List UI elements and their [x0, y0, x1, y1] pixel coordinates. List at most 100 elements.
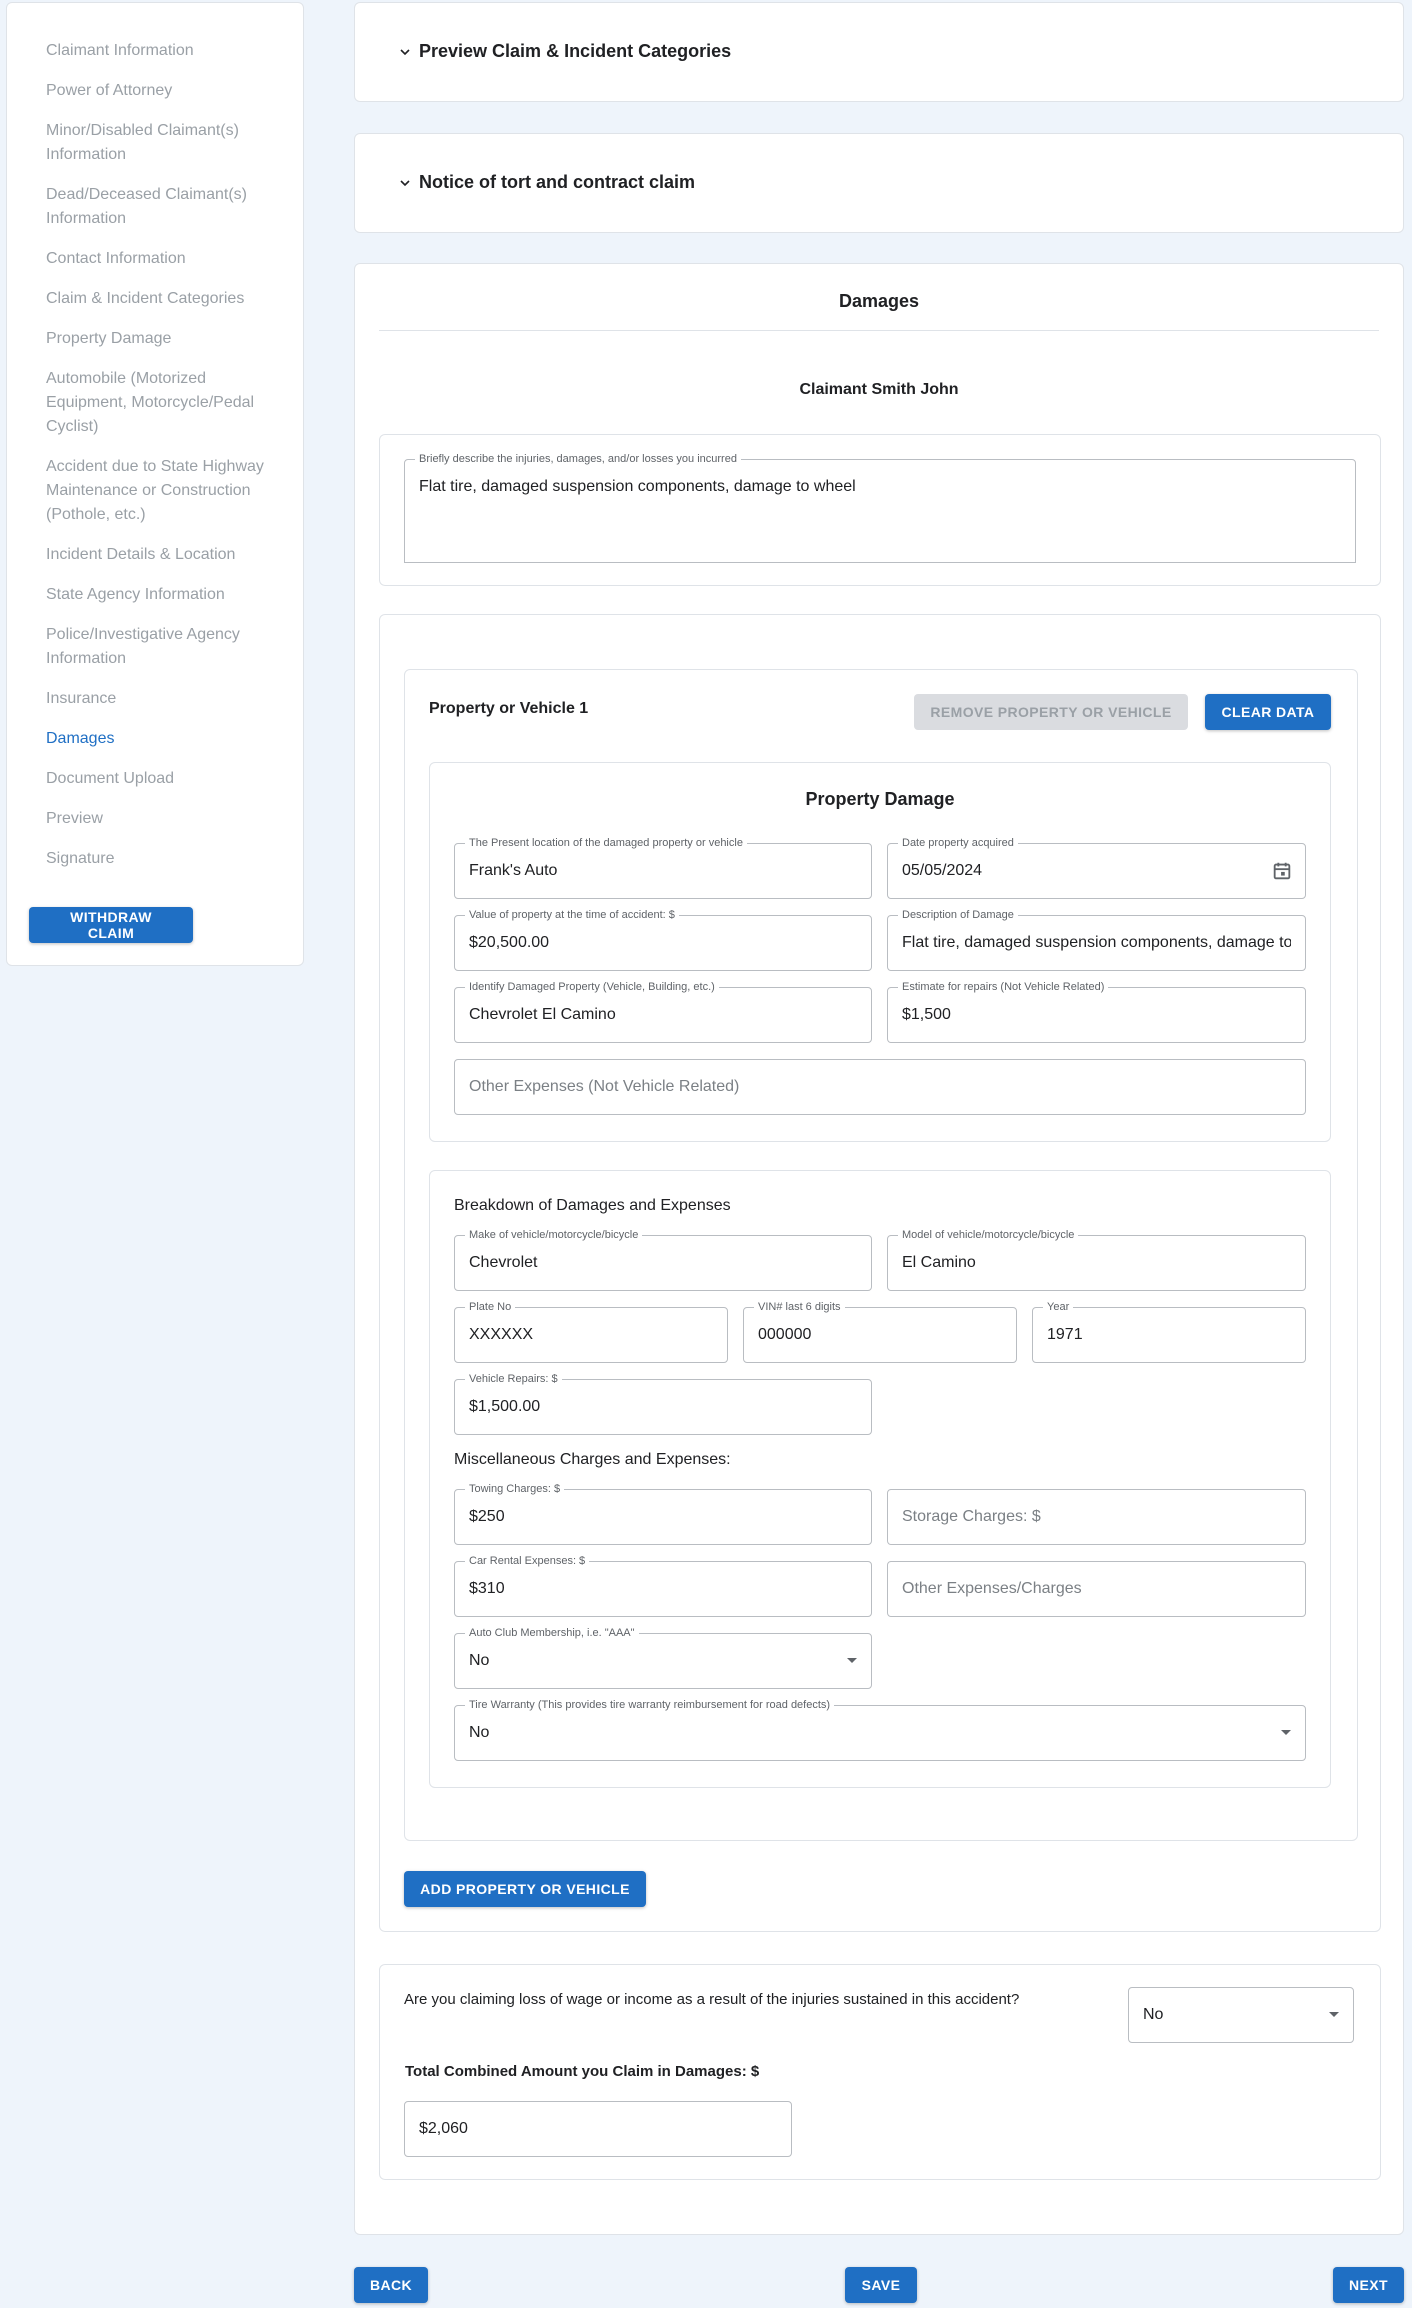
wage-loss-select[interactable]: No — [1128, 1987, 1354, 2043]
present-location-value: Frank's Auto — [469, 862, 558, 879]
towing-charges-value: $250 — [469, 1508, 505, 1525]
auto-club-select[interactable]: Auto Club Membership, i.e. "AAA" No — [454, 1627, 872, 1689]
identify-property-value: Chevrolet El Camino — [469, 1006, 616, 1023]
sidebar-item-claimant-information[interactable]: Claimant Information — [46, 39, 273, 63]
property-value-field[interactable]: Value of property at the time of acciden… — [454, 909, 872, 971]
sidebar-item-highway-accident[interactable]: Accident due to State Highway Maintenanc… — [46, 455, 273, 527]
car-rental-field[interactable]: Car Rental Expenses: $ $310 — [454, 1555, 872, 1617]
breakdown-title: Breakdown of Damages and Expenses — [454, 1197, 731, 1214]
sidebar-item-deceased[interactable]: Dead/Deceased Claimant(s) Information — [46, 183, 273, 231]
property-vehicle-card: Property or Vehicle 1 REMOVE PROPERTY OR… — [404, 669, 1358, 1841]
sidebar-item-property-damage[interactable]: Property Damage — [46, 327, 273, 351]
property-outer-card: Property or Vehicle 1 REMOVE PROPERTY OR… — [379, 614, 1381, 1932]
identify-property-field[interactable]: Identify Damaged Property (Vehicle, Buil… — [454, 981, 872, 1043]
sidebar-item-incident-details[interactable]: Incident Details & Location — [46, 543, 273, 567]
year-field[interactable]: Year 1971 — [1032, 1301, 1306, 1363]
damage-description-field[interactable]: Description of Damage Flat tire, damaged… — [887, 909, 1306, 971]
total-amount-field[interactable]: $2,060 — [404, 2101, 792, 2157]
save-button[interactable]: SAVE — [845, 2267, 917, 2303]
plate-no-field[interactable]: Plate No XXXXXX — [454, 1301, 728, 1363]
vehicle-model-label: Model of vehicle/motorcycle/bicycle — [898, 1229, 1079, 1242]
notice-accordion-header[interactable]: Notice of tort and contract claim — [399, 172, 695, 193]
sidebar-item-minor-disabled[interactable]: Minor/Disabled Claimant(s) Information — [46, 119, 273, 167]
year-label: Year — [1043, 1301, 1074, 1314]
total-amount-label: Total Combined Amount you Claim in Damag… — [405, 2063, 760, 2080]
wage-loss-value: No — [1143, 2006, 1164, 2023]
sidebar-item-insurance[interactable]: Insurance — [46, 687, 273, 711]
plate-no-value: XXXXXX — [469, 1326, 534, 1343]
damage-description-label: Description of Damage — [898, 909, 1018, 922]
sidebar-item-contact-information[interactable]: Contact Information — [46, 247, 273, 271]
sidebar-nav: Claimant Information Power of Attorney M… — [7, 3, 303, 871]
towing-charges-label: Towing Charges: $ — [465, 1483, 565, 1496]
storage-charges-field[interactable]: Storage Charges: $ — [887, 1489, 1306, 1545]
other-charges-field[interactable]: Other Expenses/Charges — [887, 1561, 1306, 1617]
towing-charges-field[interactable]: Towing Charges: $ $250 — [454, 1483, 872, 1545]
vehicle-model-value: El Camino — [902, 1254, 976, 1271]
car-rental-value: $310 — [469, 1580, 505, 1597]
damage-description-value: Flat tire, damaged suspension components… — [902, 934, 1291, 951]
back-button[interactable]: BACK — [354, 2267, 428, 2303]
misc-charges-title: Miscellaneous Charges and Expenses: — [454, 1451, 731, 1468]
vehicle-make-value: Chevrolet — [469, 1254, 538, 1271]
add-property-button[interactable]: ADD PROPERTY OR VEHICLE — [404, 1871, 646, 1907]
plate-no-label: Plate No — [465, 1301, 516, 1314]
tire-warranty-select[interactable]: Tire Warranty (This provides tire warran… — [454, 1699, 1306, 1761]
date-acquired-value: 05/05/2024 — [902, 862, 983, 879]
vehicle-repairs-value: $1,500.00 — [469, 1398, 541, 1415]
withdraw-claim-button[interactable]: WITHDRAW CLAIM — [29, 907, 193, 943]
dropdown-arrow-icon — [1281, 1730, 1291, 1735]
tire-warranty-value: No — [469, 1724, 490, 1741]
vehicle-repairs-field[interactable]: Vehicle Repairs: $ $1,500.00 — [454, 1373, 872, 1435]
repair-estimate-value: $1,500 — [902, 1006, 951, 1023]
preview-accordion[interactable]: Preview Claim & Incident Categories — [354, 2, 1404, 102]
sidebar-item-preview[interactable]: Preview — [46, 807, 273, 831]
auto-club-label: Auto Club Membership, i.e. "AAA" — [465, 1627, 639, 1640]
car-rental-label: Car Rental Expenses: $ — [465, 1555, 590, 1568]
dropdown-arrow-icon — [847, 1658, 857, 1663]
wage-card: Are you claiming loss of wage or income … — [379, 1964, 1381, 2180]
preview-accordion-title: Preview Claim & Incident Categories — [419, 41, 732, 61]
description-card: Briefly describe the injuries, damages, … — [379, 434, 1381, 586]
present-location-label: The Present location of the damaged prop… — [465, 837, 747, 850]
present-location-field[interactable]: The Present location of the damaged prop… — [454, 837, 872, 899]
notice-accordion[interactable]: Notice of tort and contract claim — [354, 133, 1404, 233]
total-amount-value: $2,060 — [419, 2120, 468, 2137]
notice-accordion-title: Notice of tort and contract claim — [419, 172, 696, 192]
preview-accordion-header[interactable]: Preview Claim & Incident Categories — [399, 41, 731, 62]
damages-panel: Damages Claimant Smith John Briefly desc… — [354, 263, 1404, 2235]
sidebar-item-state-agency[interactable]: State Agency Information — [46, 583, 273, 607]
vin-field[interactable]: VIN# last 6 digits 000000 — [743, 1301, 1017, 1363]
sidebar-item-document-upload[interactable]: Document Upload — [46, 767, 273, 791]
vehicle-make-field[interactable]: Make of vehicle/motorcycle/bicycle Chevr… — [454, 1229, 872, 1291]
clear-data-button[interactable]: CLEAR DATA — [1205, 694, 1331, 730]
calendar-icon[interactable] — [1271, 860, 1293, 882]
vehicle-model-field[interactable]: Model of vehicle/motorcycle/bicycle El C… — [887, 1229, 1306, 1291]
property-value-value: $20,500.00 — [469, 934, 550, 951]
tire-warranty-label: Tire Warranty (This provides tire warran… — [465, 1699, 835, 1712]
next-button[interactable]: NEXT — [1333, 2267, 1404, 2303]
remove-property-button[interactable]: REMOVE PROPERTY OR VEHICLE — [914, 694, 1188, 730]
vehicle-make-label: Make of vehicle/motorcycle/bicycle — [465, 1229, 643, 1242]
other-expenses-field[interactable]: Other Expenses (Not Vehicle Related) — [454, 1059, 1306, 1115]
repair-estimate-label: Estimate for repairs (Not Vehicle Relate… — [898, 981, 1109, 994]
sidebar-item-claim-categories[interactable]: Claim & Incident Categories — [46, 287, 273, 311]
property-vehicle-title: Property or Vehicle 1 — [429, 700, 589, 717]
divider — [379, 330, 1379, 331]
date-acquired-label: Date property acquired — [898, 837, 1018, 850]
sidebar-item-signature[interactable]: Signature — [46, 847, 273, 871]
property-value-label: Value of property at the time of acciden… — [465, 909, 679, 922]
sidebar-item-damages[interactable]: Damages — [46, 727, 273, 751]
sidebar-item-power-of-attorney[interactable]: Power of Attorney — [46, 79, 273, 103]
date-acquired-field[interactable]: Date property acquired 05/05/2024 — [887, 837, 1306, 899]
auto-club-value: No — [469, 1652, 490, 1669]
other-expenses-placeholder: Other Expenses (Not Vehicle Related) — [469, 1078, 740, 1095]
injuries-description-field[interactable]: Briefly describe the injuries, damages, … — [404, 453, 1356, 563]
other-charges-placeholder: Other Expenses/Charges — [902, 1580, 1082, 1597]
sidebar-item-police-agency[interactable]: Police/Investigative Agency Information — [46, 623, 273, 671]
sidebar-item-automobile[interactable]: Automobile (Motorized Equipment, Motorcy… — [46, 367, 273, 439]
identify-property-label: Identify Damaged Property (Vehicle, Buil… — [465, 981, 719, 994]
claimant-name: Claimant Smith John — [799, 381, 959, 398]
repair-estimate-field[interactable]: Estimate for repairs (Not Vehicle Relate… — [887, 981, 1306, 1043]
injuries-description-value: Flat tire, damaged suspension components… — [419, 478, 856, 495]
